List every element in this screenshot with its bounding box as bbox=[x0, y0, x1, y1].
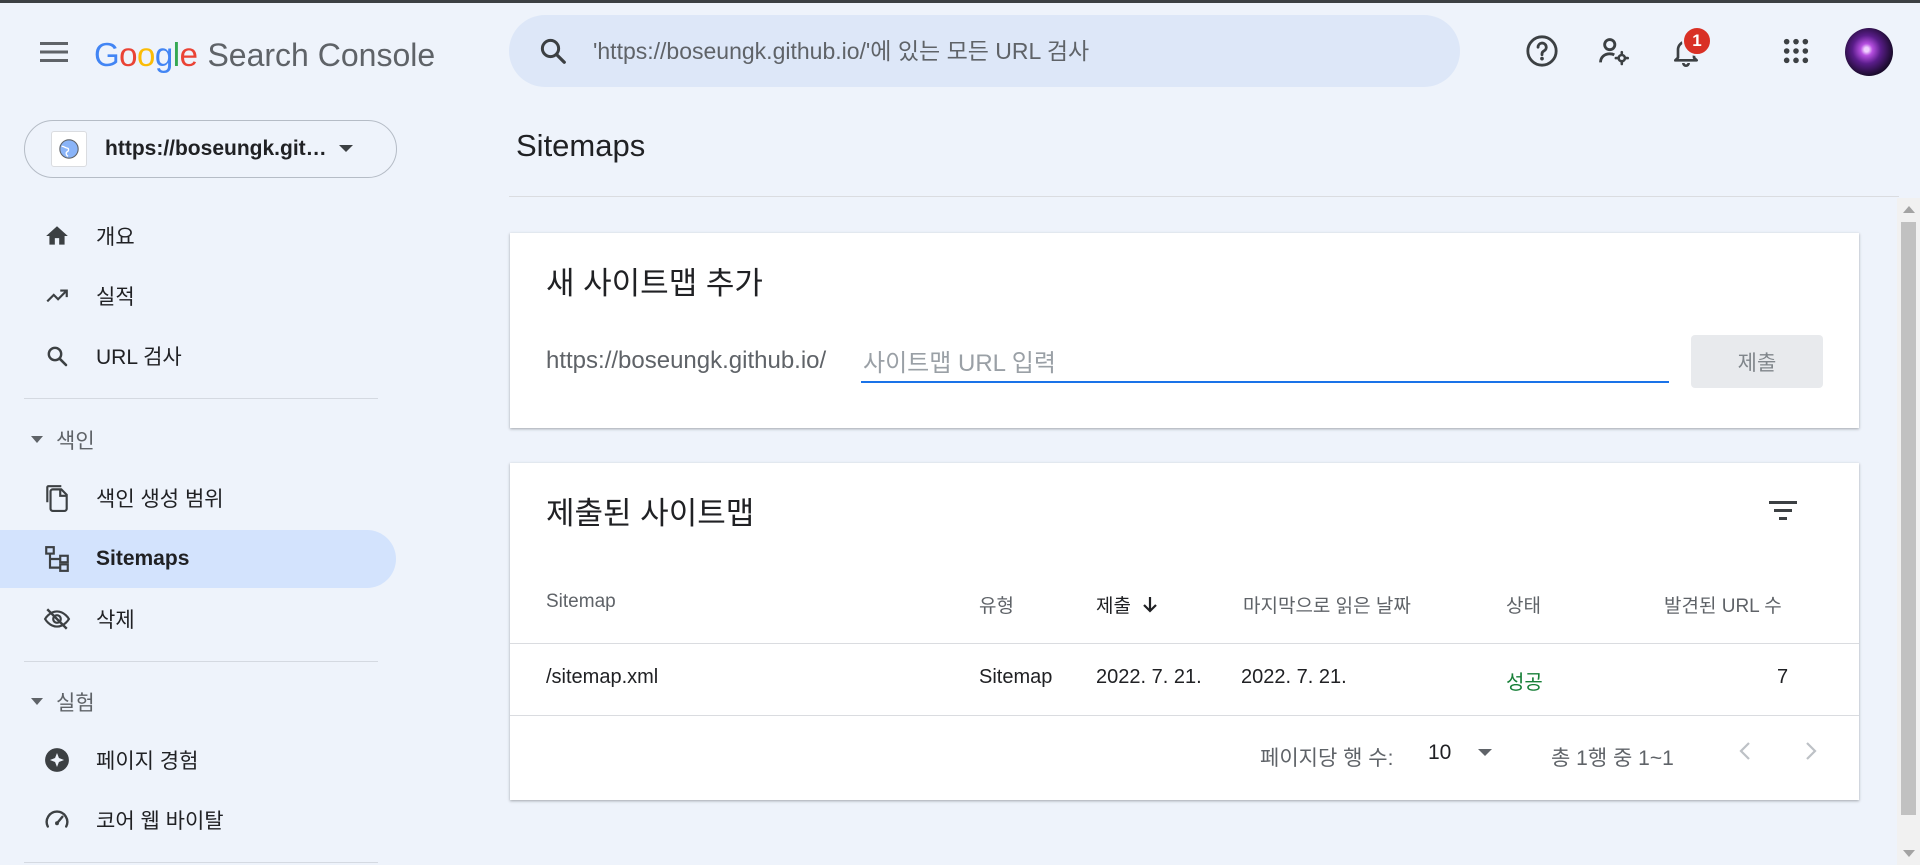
sidebar-item-index-coverage[interactable]: 색인 생성 범위 bbox=[0, 469, 396, 527]
sidebar-item-label: 코어 웹 바이탈 bbox=[96, 810, 224, 833]
sidebar-item-label: 페이지 경험 bbox=[96, 750, 199, 773]
notification-badge: 1 bbox=[1682, 26, 1712, 56]
sidebar-item-label: 삭제 bbox=[96, 609, 135, 632]
table-rule bbox=[510, 715, 1859, 716]
home-icon bbox=[42, 221, 72, 251]
submitted-sitemaps-card: 제출된 사이트맵 Sitemap 유형 제출 마지막으로 읽은 날짜 상태 발견… bbox=[510, 463, 1859, 800]
dropdown-arrow-icon bbox=[338, 144, 354, 154]
sidebar-item-overview[interactable]: 개요 bbox=[0, 207, 396, 265]
sidebar-item-label: 실적 bbox=[96, 286, 135, 309]
pagination-range: 총 1행 중 1~1 bbox=[1551, 747, 1674, 770]
filter-icon[interactable] bbox=[1760, 487, 1806, 533]
logo-letter: o bbox=[137, 36, 155, 73]
sidebar-item-url-inspection[interactable]: URL 검사 bbox=[0, 327, 396, 385]
logo-letter: o bbox=[119, 36, 138, 73]
sidebar-section-label: 색인 bbox=[56, 430, 95, 453]
search-icon[interactable] bbox=[535, 33, 571, 69]
apps-grid-icon[interactable] bbox=[1773, 28, 1819, 74]
rows-per-page-value: 10 bbox=[1428, 741, 1452, 764]
trending-up-icon bbox=[42, 281, 72, 311]
sidebar-item-label: 색인 생성 범위 bbox=[96, 488, 224, 511]
sidebar-divider bbox=[24, 862, 378, 863]
logo-letter: e bbox=[179, 36, 198, 73]
column-header-label: 제출 bbox=[1096, 596, 1131, 617]
cell-status: 성공 bbox=[1506, 672, 1543, 694]
previous-page-icon[interactable] bbox=[1725, 731, 1765, 771]
cell-discovered-urls: 7 bbox=[1777, 666, 1789, 688]
sitemap-url-prefix: https://boseungk.github.io/ bbox=[546, 347, 827, 374]
collapse-caret-icon bbox=[31, 436, 43, 443]
sidebar-item-page-experience[interactable]: 페이지 경험 bbox=[0, 731, 396, 789]
google-search-console-logo[interactable]: Google Search Console bbox=[94, 33, 435, 77]
property-url: https://boseungk.github.io/ bbox=[105, 137, 330, 160]
table-rule bbox=[510, 643, 1859, 644]
column-header-sitemap[interactable]: Sitemap bbox=[546, 591, 616, 613]
search-input[interactable] bbox=[591, 36, 1460, 66]
column-header-discovered-urls[interactable]: 발견된 URL 수 bbox=[1664, 591, 1782, 618]
add-sitemap-card: 새 사이트맵 추가 https://boseungk.github.io/ 제출 bbox=[510, 233, 1859, 428]
logo-letter: G bbox=[94, 36, 120, 73]
cell-last-read: 2022. 7. 21. bbox=[1241, 666, 1347, 688]
sitemap-icon bbox=[42, 544, 72, 574]
page-title: Sitemaps bbox=[516, 128, 646, 163]
sitemap-url-input[interactable] bbox=[861, 347, 1669, 383]
rows-per-page-label: 페이지당 행 수: bbox=[1260, 747, 1394, 770]
sidebar-section-index[interactable]: 색인 bbox=[30, 425, 95, 455]
menu-icon[interactable] bbox=[36, 34, 72, 70]
sidebar-item-sitemaps[interactable]: Sitemaps bbox=[0, 530, 396, 588]
column-header-status[interactable]: 상태 bbox=[1506, 591, 1541, 618]
column-header-last-read[interactable]: 마지막으로 읽은 날짜 bbox=[1243, 591, 1411, 618]
scroll-down-icon[interactable] bbox=[1903, 850, 1915, 857]
url-inspection-search[interactable] bbox=[509, 15, 1460, 87]
sidebar-section-label: 실험 bbox=[56, 692, 95, 715]
top-strip bbox=[0, 0, 1920, 3]
sidebar-item-removals[interactable]: 삭제 bbox=[0, 590, 396, 648]
rows-per-page-select[interactable]: 10 bbox=[1428, 733, 1493, 773]
title-divider bbox=[509, 196, 1899, 197]
manage-users-icon[interactable] bbox=[1591, 28, 1637, 74]
logo-letter: g bbox=[154, 36, 173, 73]
page-experience-icon bbox=[42, 745, 72, 775]
sidebar-section-experiments[interactable]: 실험 bbox=[30, 687, 95, 717]
sidebar-item-performance[interactable]: 실적 bbox=[0, 267, 396, 325]
help-icon[interactable] bbox=[1519, 28, 1565, 74]
copy-pages-icon bbox=[42, 483, 72, 513]
sidebar-divider bbox=[24, 398, 378, 399]
sidebar-item-label: Sitemaps bbox=[96, 547, 190, 570]
page-scrollbar[interactable] bbox=[1897, 198, 1920, 865]
column-header-type[interactable]: 유형 bbox=[979, 591, 1014, 618]
column-header-submitted[interactable]: 제출 bbox=[1096, 591, 1159, 618]
logo-letter: l bbox=[172, 36, 180, 73]
next-page-icon[interactable] bbox=[1791, 731, 1831, 771]
add-sitemap-title: 새 사이트맵 추가 bbox=[546, 266, 763, 301]
sidebar-item-label: 개요 bbox=[96, 226, 135, 249]
dropdown-arrow-icon bbox=[1478, 749, 1493, 756]
avatar[interactable] bbox=[1845, 28, 1893, 76]
visibility-off-icon bbox=[42, 604, 72, 634]
cell-submitted: 2022. 7. 21. bbox=[1096, 666, 1202, 688]
collapse-caret-icon bbox=[31, 698, 43, 705]
cell-type: Sitemap bbox=[979, 666, 1053, 688]
arrow-down-icon bbox=[1143, 596, 1157, 613]
speed-gauge-icon bbox=[42, 805, 72, 835]
scrollbar-thumb[interactable] bbox=[1901, 222, 1916, 815]
product-name: Search Console bbox=[207, 36, 436, 73]
cell-sitemap[interactable]: /sitemap.xml bbox=[546, 666, 658, 689]
sidebar-divider bbox=[24, 661, 378, 662]
search-icon bbox=[42, 341, 72, 371]
submitted-sitemaps-title: 제출된 사이트맵 bbox=[546, 496, 755, 531]
sidebar-item-label: URL 검사 bbox=[96, 346, 182, 369]
sidebar-item-core-web-vitals[interactable]: 코어 웹 바이탈 bbox=[0, 791, 396, 849]
submit-button[interactable]: 제출 bbox=[1691, 335, 1823, 388]
scroll-up-icon[interactable] bbox=[1903, 206, 1915, 213]
globe-icon bbox=[51, 131, 87, 167]
property-selector[interactable]: https://boseungk.github.io/ bbox=[24, 120, 397, 178]
